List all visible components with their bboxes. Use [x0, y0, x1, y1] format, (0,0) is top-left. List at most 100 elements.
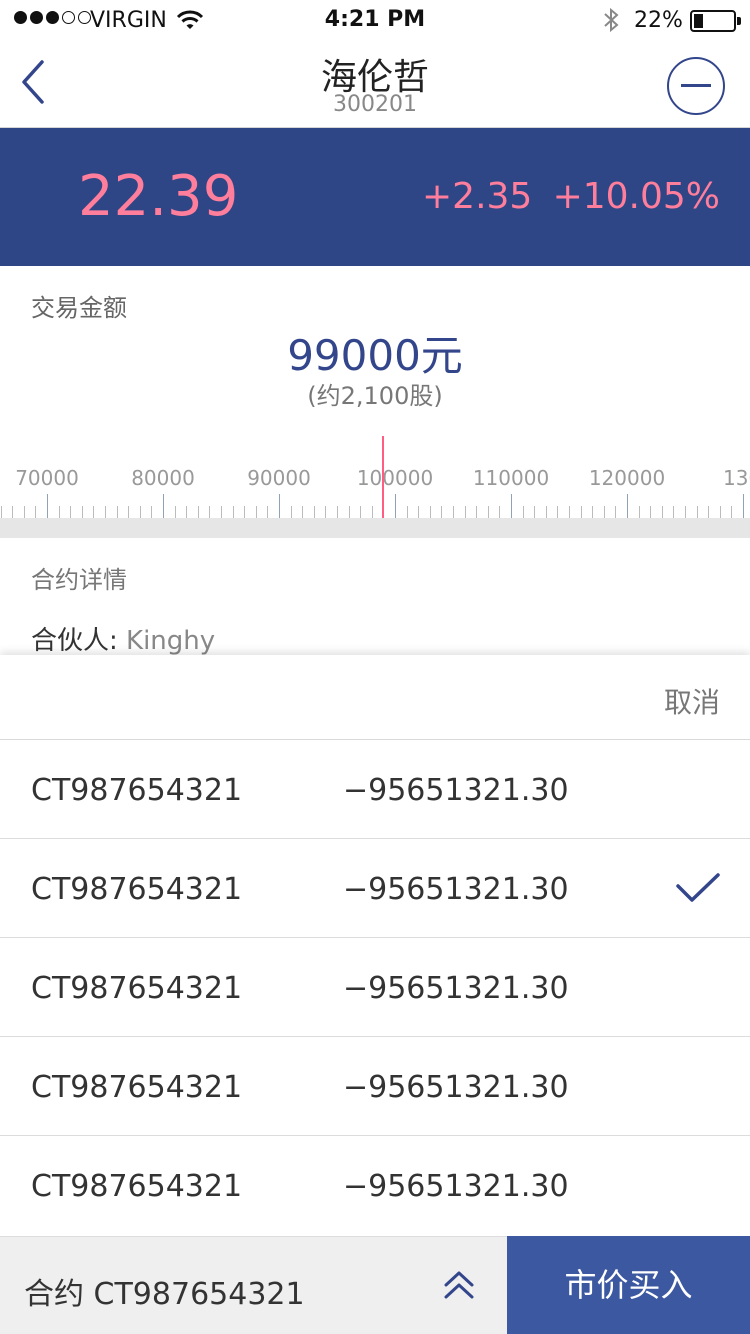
ruler-minor-tick — [186, 506, 188, 518]
ruler-minor-tick — [534, 506, 536, 518]
contract-amount: −95651321.30 — [343, 971, 569, 1006]
ruler-tick-label: 80000 — [131, 466, 195, 490]
ruler-minor-tick — [580, 506, 582, 518]
ruler-minor-tick — [696, 506, 698, 518]
ruler-minor-tick — [197, 506, 199, 518]
ruler-major-tick — [511, 494, 512, 518]
ruler-minor-tick — [81, 506, 83, 518]
contract-amount: −95651321.30 — [343, 872, 569, 907]
ruler-minor-tick — [673, 506, 675, 518]
ruler-minor-tick — [209, 506, 211, 518]
ruler-minor-tick — [151, 506, 153, 518]
ruler-minor-tick — [337, 506, 338, 518]
contract-id: CT987654321 — [31, 773, 243, 808]
current-price: 22.39 — [78, 164, 239, 229]
ruler-minor-tick — [592, 506, 594, 518]
status-bar: VIRGIN 4:21 PM 22% — [0, 0, 750, 40]
trade-amount-value: 99000元 — [287, 331, 463, 380]
ruler-minor-tick — [105, 506, 106, 518]
price-banner: 22.39 +2.35 +10.05% — [0, 128, 750, 266]
battery-icon — [690, 10, 741, 32]
ruler-tick-label: 110000 — [472, 466, 550, 490]
ruler-minor-tick — [325, 506, 327, 518]
contract-row[interactable]: CT987654321 −95651321.30 — [0, 938, 750, 1037]
contract-id: CT987654321 — [31, 872, 243, 907]
ruler-minor-tick — [255, 506, 257, 518]
ruler-minor-tick — [12, 506, 14, 518]
contract-row[interactable]: CT987654321 −95651321.30 — [0, 1136, 750, 1235]
partner-label: 合伙人: — [31, 626, 127, 656]
ruler-minor-tick — [406, 506, 408, 518]
contract-amount: −95651321.30 — [343, 773, 569, 808]
ruler-minor-tick — [464, 506, 466, 518]
ruler-minor-tick — [453, 506, 454, 518]
contract-amount: −95651321.30 — [343, 1169, 569, 1204]
ruler-minor-tick — [719, 506, 721, 518]
contract-id: CT987654321 — [31, 971, 243, 1006]
stock-code: 300201 — [333, 92, 417, 117]
minus-circle-icon[interactable] — [667, 57, 725, 115]
double-chevron-up-icon[interactable] — [442, 1269, 476, 1301]
ruler-minor-tick — [116, 506, 118, 518]
ruler-minor-tick — [174, 506, 176, 518]
amount-ruler-slider[interactable]: 70000 80000 90000 100000 110000 120000 1300 — [0, 436, 750, 518]
ruler-major-tick — [627, 494, 628, 518]
ruler-minor-tick — [499, 506, 501, 518]
ruler-minor-tick — [557, 506, 559, 518]
ruler-minor-tick — [731, 506, 733, 518]
ruler-minor-tick — [267, 506, 269, 518]
ruler-minor-tick — [290, 506, 292, 518]
ruler-minor-tick — [221, 506, 222, 518]
ruler-minor-tick — [661, 506, 663, 518]
contract-id: CT987654321 — [31, 1169, 243, 1204]
checkmark-icon — [676, 873, 720, 902]
ruler-minor-tick — [615, 506, 617, 518]
contract-row[interactable]: CT987654321 −95651321.30 — [0, 839, 750, 938]
ruler-minor-tick — [232, 506, 234, 518]
ruler-major-tick — [743, 494, 744, 518]
ruler-minor-tick — [603, 506, 605, 518]
cancel-button[interactable]: 取消 — [664, 681, 720, 721]
ruler-major-tick — [163, 494, 164, 518]
ruler-minor-tick — [522, 506, 524, 518]
ruler-minor-tick — [35, 506, 37, 518]
ruler-indicator — [382, 436, 384, 518]
selected-contract[interactable]: 合约 CT987654321 — [24, 1269, 305, 1313]
ruler-minor-tick — [360, 506, 362, 518]
trade-shares-estimate: (约2,100股) — [307, 382, 443, 410]
price-change: +2.35 — [422, 176, 533, 217]
ruler-minor-tick — [348, 506, 350, 518]
ruler-minor-tick — [685, 506, 686, 518]
ruler-minor-tick — [0, 506, 2, 518]
ruler-major-tick — [279, 494, 280, 518]
ruler-tick-label: 1300 — [723, 466, 750, 490]
market-buy-button[interactable]: 市价买入 — [507, 1236, 750, 1334]
ruler-minor-tick — [708, 506, 710, 518]
ruler-tick-label: 120000 — [588, 466, 666, 490]
section-divider — [0, 518, 750, 538]
nav-bar: 海伦哲 300201 — [0, 40, 750, 128]
battery-percent: 22% — [634, 8, 683, 33]
ruler-tick-label: 90000 — [247, 466, 311, 490]
bluetooth-icon — [604, 7, 619, 33]
ruler-minor-tick — [70, 506, 72, 518]
ruler-minor-tick — [487, 506, 489, 518]
contract-id: CT987654321 — [31, 1070, 243, 1105]
ruler-minor-tick — [23, 506, 25, 518]
price-change-percent: +10.05% — [552, 176, 720, 217]
trade-amount-label: 交易金额 — [31, 294, 127, 322]
contract-row[interactable]: CT987654321 −95651321.30 — [0, 1037, 750, 1136]
ruler-minor-tick — [302, 506, 304, 518]
ruler-minor-tick — [58, 506, 60, 518]
ruler-minor-tick — [313, 506, 315, 518]
bottom-bar: 合约 CT987654321 市价买入 — [0, 1236, 750, 1334]
ruler-minor-tick — [139, 506, 141, 518]
ruler-minor-tick — [93, 506, 95, 518]
ruler-major-tick — [395, 494, 396, 518]
ruler-major-tick — [47, 494, 48, 518]
ruler-tick-label: 100000 — [356, 466, 434, 490]
ruler-minor-tick — [569, 506, 570, 518]
ruler-minor-tick — [476, 506, 478, 518]
contract-row[interactable]: CT987654321 −95651321.30 — [0, 740, 750, 839]
contract-picker-sheet: 取消 CT987654321 −95651321.30 CT987654321 … — [0, 655, 750, 1236]
